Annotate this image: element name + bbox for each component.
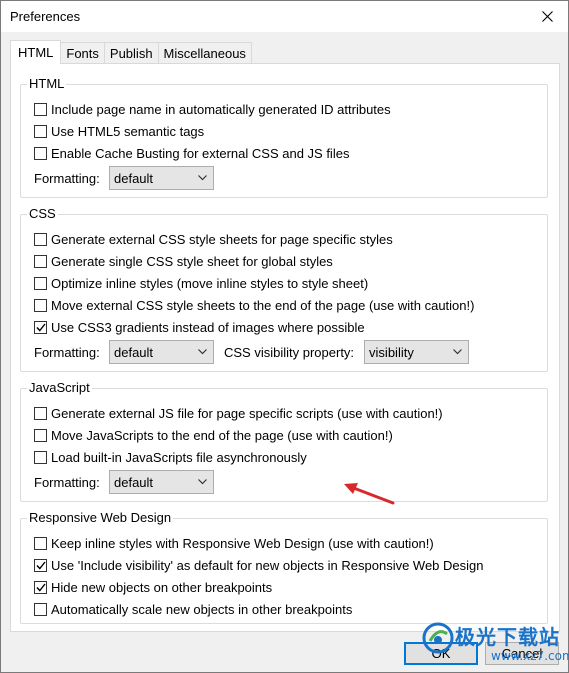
checkbox[interactable]: [34, 124, 47, 138]
checkbox[interactable]: [34, 232, 47, 246]
checkbox[interactable]: [34, 406, 47, 420]
option-label: Move JavaScripts to the end of the page …: [51, 427, 393, 443]
select-value: default: [114, 170, 154, 186]
html-group-legend: HTML: [27, 76, 67, 92]
watermark-logo-icon: [422, 622, 454, 654]
close-button[interactable]: [535, 5, 559, 27]
option-include-page-name[interactable]: Include page name in automatically gener…: [34, 100, 391, 118]
option-optimize-inline-styles[interactable]: Optimize inline styles (move inline styl…: [34, 274, 368, 292]
check-icon: [35, 323, 46, 332]
js-formatting-row: Formatting: default: [34, 470, 214, 494]
option-hide-new-objects[interactable]: Hide new objects on other breakpoints: [34, 578, 272, 596]
option-move-js-to-end[interactable]: Move JavaScripts to the end of the page …: [34, 426, 393, 444]
tab-publish[interactable]: Publish: [103, 42, 159, 63]
checkbox[interactable]: [34, 428, 47, 442]
option-label: Include page name in automatically gener…: [51, 101, 391, 117]
option-label: Hide new objects on other breakpoints: [51, 579, 273, 595]
checkbox-checked[interactable]: [34, 580, 47, 594]
css-group: CSS Generate external CSS style sheets f…: [20, 206, 548, 372]
checkbox[interactable]: [34, 536, 47, 550]
tab-miscellaneous[interactable]: Miscellaneous: [157, 42, 252, 63]
option-label: Use HTML5 semantic tags: [51, 123, 205, 139]
option-load-js-async[interactable]: Load built-in JavaScripts file asynchron…: [34, 448, 307, 466]
option-external-css[interactable]: Generate external CSS style sheets for p…: [34, 230, 393, 248]
option-label: Generate external JS file for page speci…: [51, 405, 443, 421]
checkbox[interactable]: [34, 254, 47, 268]
js-formatting-select[interactable]: default: [109, 470, 214, 494]
option-external-js[interactable]: Generate external JS file for page speci…: [34, 404, 443, 422]
option-move-css-to-end[interactable]: Move external CSS style sheets to the en…: [34, 296, 474, 314]
tab-strip: HTML Fonts Publish Miscellaneous: [10, 40, 252, 64]
checkbox[interactable]: [34, 602, 47, 616]
javascript-group-legend: JavaScript: [27, 380, 92, 396]
option-label: Keep inline styles with Responsive Web D…: [51, 535, 434, 551]
option-label: Automatically scale new objects in other…: [51, 601, 353, 617]
option-cache-busting[interactable]: Enable Cache Busting for external CSS an…: [34, 144, 349, 162]
option-label: Use CSS3 gradients instead of images whe…: [51, 319, 365, 335]
option-label: Optimize inline styles (move inline styl…: [51, 275, 369, 291]
close-icon: [541, 10, 553, 22]
html-formatting-select[interactable]: default: [109, 166, 214, 190]
preferences-dialog: Preferences HTML Fonts Publish Miscellan…: [0, 0, 569, 673]
option-label: Use 'Include visibility' as default for …: [51, 557, 484, 573]
chevron-down-icon: [198, 479, 207, 485]
chevron-down-icon: [453, 349, 462, 355]
title-bar: Preferences: [1, 1, 568, 32]
javascript-group: JavaScript Generate external JS file for…: [20, 380, 548, 502]
option-html5-semantic-tags[interactable]: Use HTML5 semantic tags: [34, 122, 204, 140]
html-group: HTML Include page name in automatically …: [20, 76, 548, 198]
css-formatting-select[interactable]: default: [109, 340, 214, 364]
chevron-down-icon: [198, 175, 207, 181]
option-label: Enable Cache Busting for external CSS an…: [51, 145, 350, 161]
tab-fonts[interactable]: Fonts: [60, 42, 105, 63]
watermark-url: www.xz7.com: [491, 649, 569, 663]
option-auto-scale-objects[interactable]: Automatically scale new objects in other…: [34, 600, 352, 618]
window-title: Preferences: [10, 9, 81, 24]
option-label: Generate external CSS style sheets for p…: [51, 231, 393, 247]
option-include-visibility-default[interactable]: Use 'Include visibility' as default for …: [34, 556, 484, 574]
checkbox[interactable]: [34, 276, 47, 290]
css-formatting-row: Formatting: default CSS visibility prope…: [34, 340, 470, 364]
checkbox[interactable]: [34, 102, 47, 116]
select-value: default: [114, 474, 154, 490]
formatting-label: Formatting:: [34, 474, 100, 490]
html-tab-panel: HTML Include page name in automatically …: [10, 63, 560, 632]
option-css3-gradients[interactable]: Use CSS3 gradients instead of images whe…: [34, 318, 365, 336]
option-label: Load built-in JavaScripts file asynchron…: [51, 449, 307, 465]
css-visibility-label: CSS visibility property:: [224, 344, 355, 360]
option-keep-inline-styles[interactable]: Keep inline styles with Responsive Web D…: [34, 534, 434, 552]
checkbox[interactable]: [34, 298, 47, 312]
tab-html[interactable]: HTML: [10, 40, 62, 64]
select-value: visibility: [369, 344, 414, 360]
watermark: 极光下载站 www.xz7.com: [421, 619, 569, 669]
select-value: default: [114, 344, 154, 360]
rwd-group-legend: Responsive Web Design: [27, 510, 174, 526]
check-icon: [35, 583, 46, 592]
watermark-text: 极光下载站: [455, 625, 560, 649]
checkbox-checked[interactable]: [34, 558, 47, 572]
option-label: Generate single CSS style sheet for glob…: [51, 253, 333, 269]
check-icon: [35, 561, 46, 570]
formatting-label: Formatting:: [34, 344, 100, 360]
html-formatting-row: Formatting: default: [34, 166, 214, 190]
annotation-arrow-icon: [344, 483, 395, 505]
checkbox[interactable]: [34, 146, 47, 160]
formatting-label: Formatting:: [34, 170, 100, 186]
option-label: Move external CSS style sheets to the en…: [51, 297, 475, 313]
css-visibility-select[interactable]: visibility: [364, 340, 470, 364]
chevron-down-icon: [198, 349, 207, 355]
css-group-legend: CSS: [27, 206, 58, 222]
option-single-css[interactable]: Generate single CSS style sheet for glob…: [34, 252, 333, 270]
checkbox[interactable]: [34, 450, 47, 464]
checkbox-checked[interactable]: [34, 320, 47, 334]
responsive-web-design-group: Responsive Web Design Keep inline styles…: [20, 510, 548, 624]
